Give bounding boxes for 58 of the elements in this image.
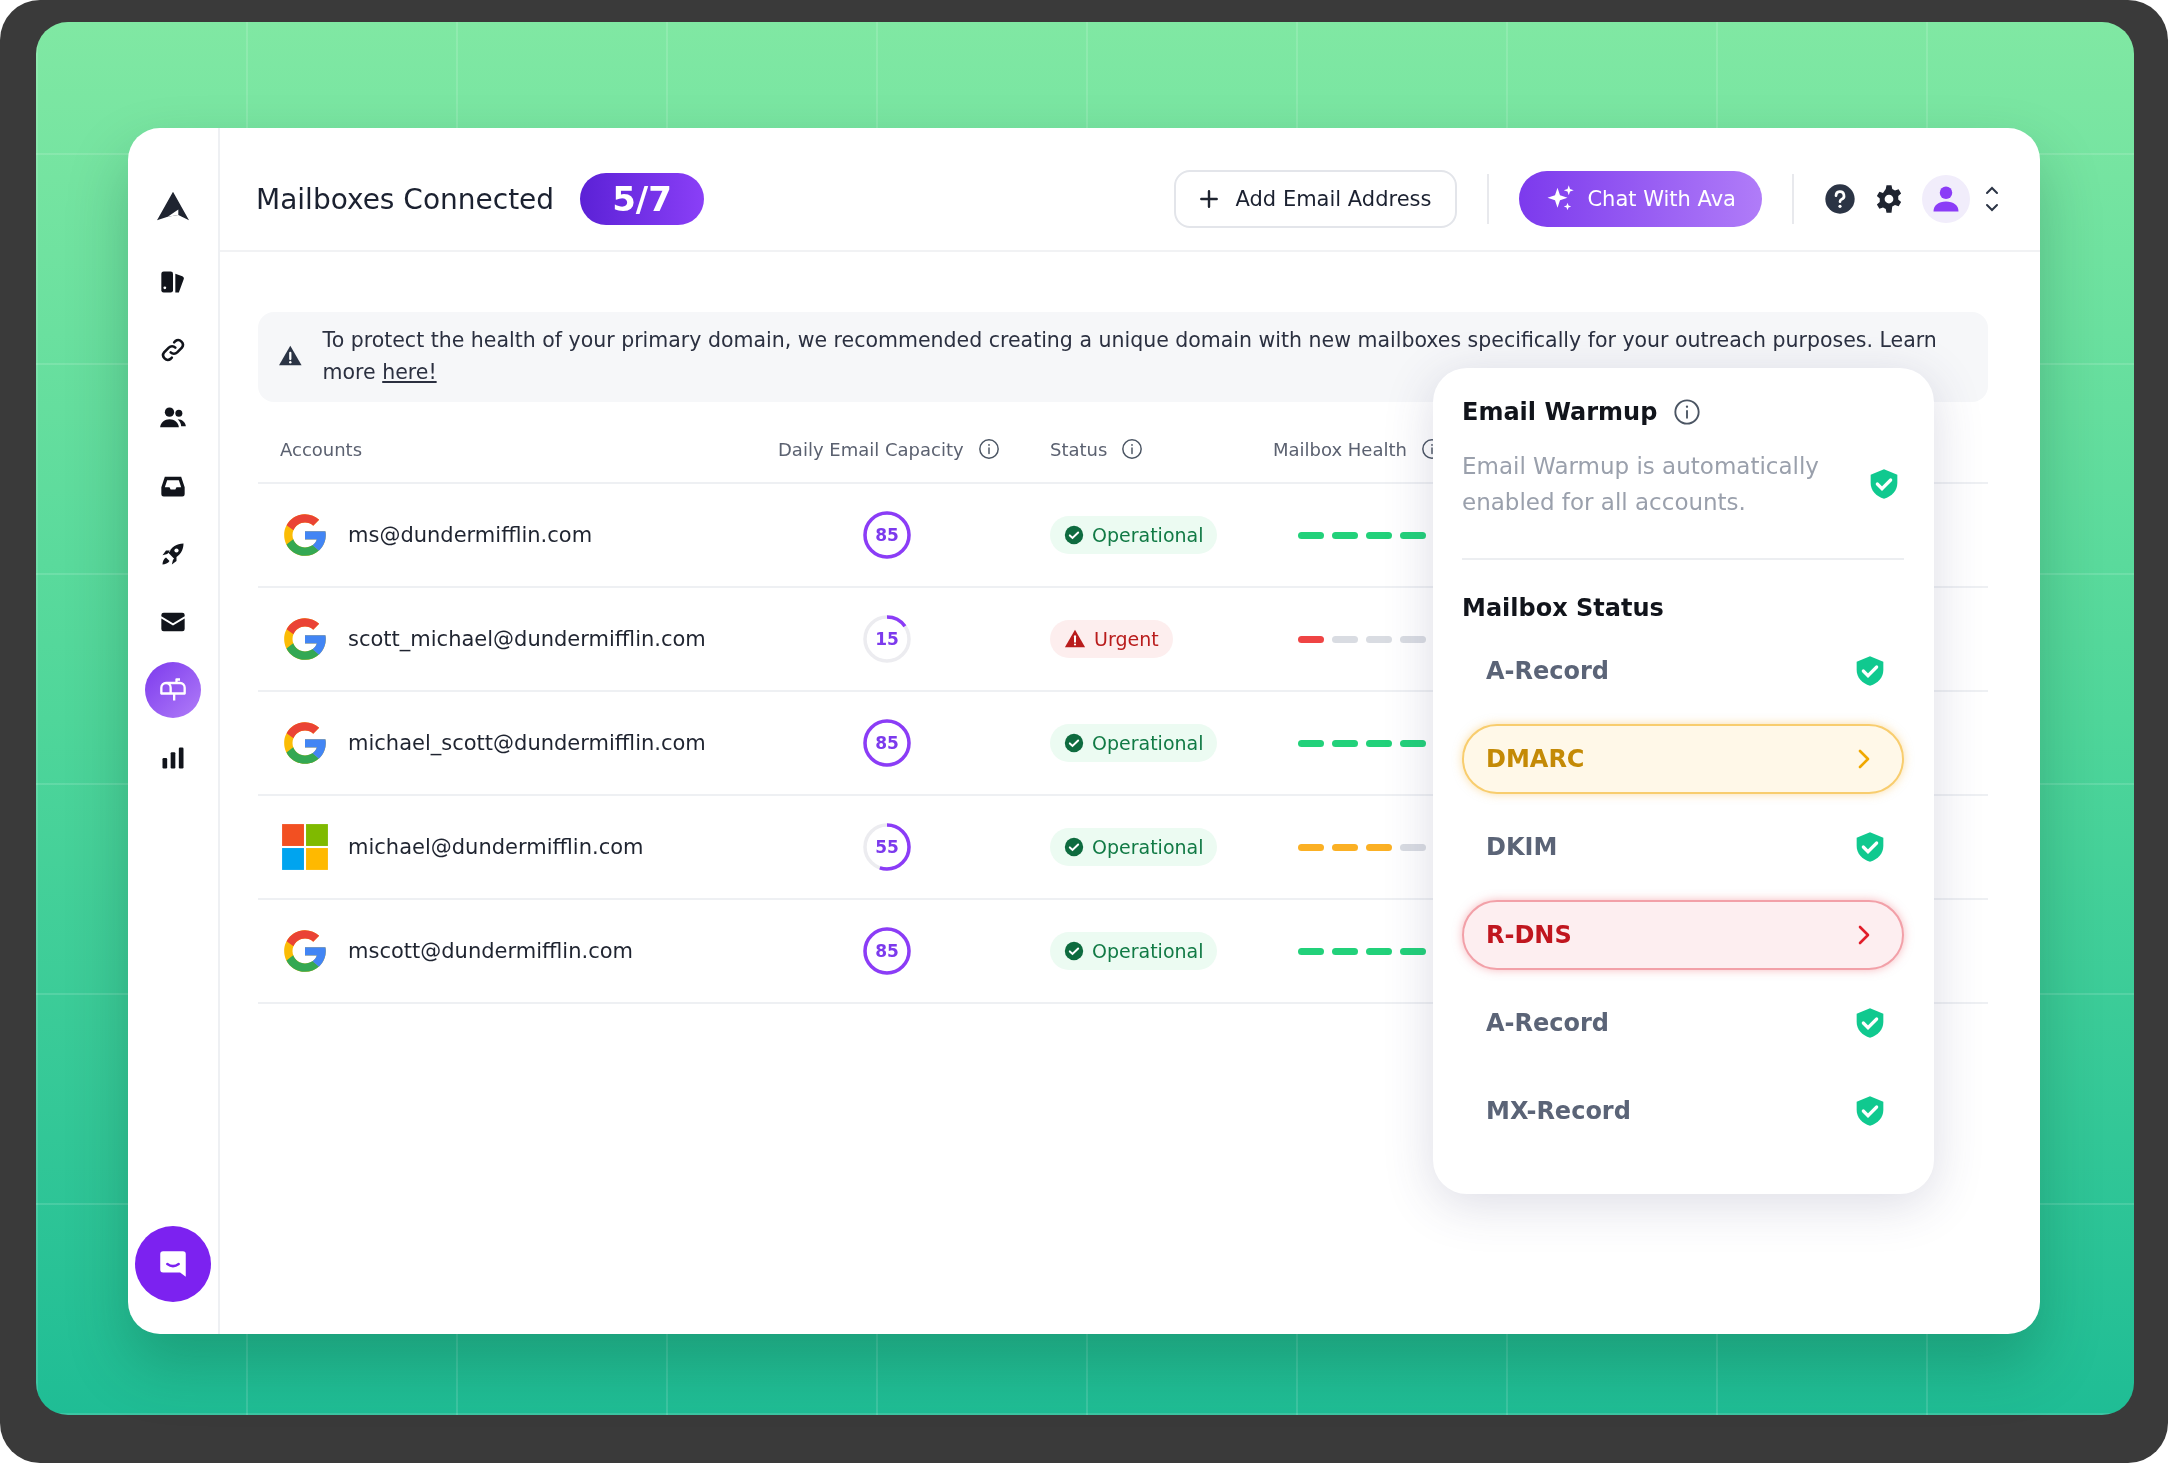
link-icon (159, 336, 187, 364)
popover-description: Email Warmup is automatically enabled for all accounts. (1462, 452, 1820, 517)
info-icon[interactable] (1673, 398, 1702, 426)
column-header: Accounts (280, 439, 363, 460)
person-icon (1931, 184, 1961, 214)
chevron-up-down-icon[interactable] (1984, 184, 2000, 214)
account-email: mscott@dundermifflin.com (348, 939, 633, 963)
record-status-item[interactable]: DKIM (1462, 812, 1904, 882)
record-status-item[interactable]: MX-Record (1462, 1076, 1904, 1146)
account-email: scott_michael@dundermifflin.com (348, 627, 706, 651)
popover-title: Email Warmup (1462, 398, 1658, 426)
record-status-item[interactable]: A-Record (1462, 988, 1904, 1058)
warning-icon (1064, 628, 1086, 650)
banner-text: To protect the health of your primary domain, we recommended creating a unique domain with new mailboxes specifically for your outreach purposes. Learn more here! (322, 327, 1938, 386)
check-circle-icon (1064, 733, 1084, 753)
mailbox-icon (159, 676, 187, 704)
info-icon[interactable] (977, 438, 1000, 460)
shield-check-icon (1854, 1007, 1886, 1039)
avatar[interactable] (1922, 175, 1970, 223)
shield-check-icon (1854, 1095, 1886, 1127)
page-title: Mailboxes Connected (256, 182, 555, 216)
check-circle-icon (1064, 837, 1084, 857)
info-icon[interactable] (1121, 438, 1144, 460)
status-badge: Urgent (1050, 620, 1173, 658)
column-header: Daily Email Capacity (778, 438, 964, 460)
check-circle-icon (1064, 525, 1084, 545)
capacity-ring: 85 (861, 509, 913, 561)
count-badge: 5/7 (580, 173, 704, 225)
record-status-item[interactable]: A-Record (1462, 636, 1904, 706)
chevron-right-icon (1856, 923, 1872, 947)
add-email-button[interactable]: Add Email Address (1173, 170, 1458, 228)
chat-button[interactable]: Chat With Ava (1519, 171, 1762, 227)
section-title: Mailbox Status (1462, 594, 1665, 622)
status-badge: Operational (1050, 516, 1218, 554)
here-link[interactable]: here! (382, 360, 437, 384)
plus-icon (1197, 188, 1220, 210)
record-status-item[interactable]: R-DNS (1462, 900, 1904, 970)
account-email: michael_scott@dundermifflin.com (348, 731, 706, 755)
settings-icon[interactable] (1874, 184, 1904, 214)
windows-logo-icon (280, 822, 330, 872)
help-icon[interactable] (1824, 183, 1856, 215)
account-email: ms@dundermifflin.com (348, 523, 593, 547)
shield-check-icon (1854, 655, 1886, 687)
column-header: Mailbox Health (1273, 438, 1407, 460)
capacity-ring: 85 (861, 717, 913, 769)
capacity-ring: 85 (861, 925, 913, 977)
account-email: michael@dundermifflin.com (348, 835, 644, 859)
capacity-ring: 15 (861, 613, 913, 665)
status-badge: Operational (1050, 932, 1218, 970)
column-header: Status (1050, 438, 1108, 460)
shield-check-icon (1854, 831, 1886, 863)
chevron-right-icon (1856, 747, 1872, 771)
capacity-ring: 55 (861, 821, 913, 873)
logo-icon (155, 190, 191, 222)
status-badge: Operational (1050, 724, 1218, 762)
check-circle-icon (1064, 941, 1084, 961)
shield-check-icon (1868, 468, 1900, 500)
status-badge: Operational (1050, 828, 1218, 866)
